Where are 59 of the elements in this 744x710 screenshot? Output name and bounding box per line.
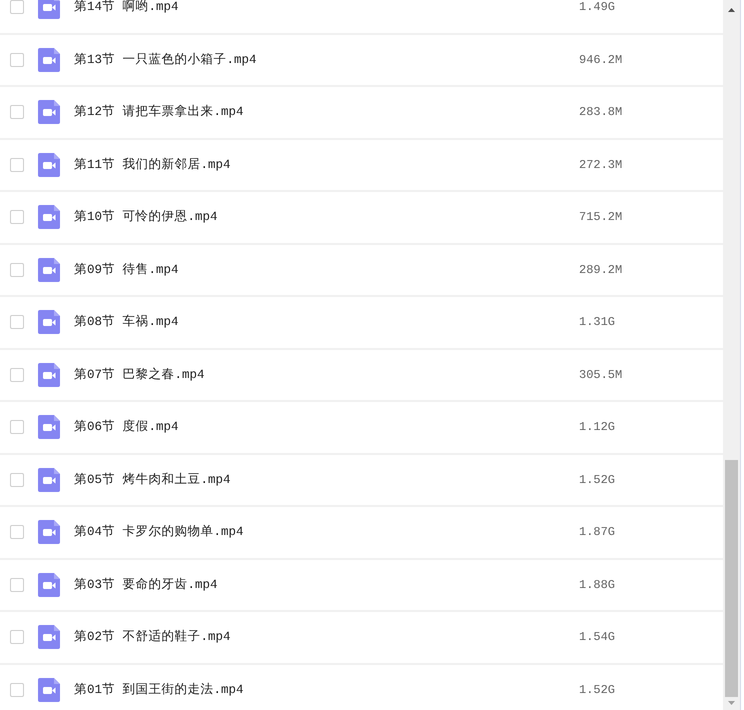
file-name: 第11节 我们的新邻居.mp4 [74, 158, 232, 172]
file-size: 1.52G [579, 682, 616, 697]
file-name: 第10节 可怜的伊恩.mp4 [74, 210, 219, 224]
file-name: 第05节 烤牛肉和土豆.mp4 [74, 472, 232, 487]
checkbox[interactable] [10, 52, 24, 67]
file-name: 第09节 待售.mp4 [74, 262, 180, 277]
scroll-up-arrow-icon[interactable] [728, 8, 735, 12]
file-size: 1.87G [579, 525, 616, 540]
checkbox[interactable] [10, 682, 24, 697]
file-size: 272.3M [579, 158, 622, 172]
video-file-icon [38, 678, 60, 702]
checkbox[interactable] [10, 630, 24, 644]
file-size: 715.2M [579, 210, 622, 224]
file-size: 1.52G [579, 472, 616, 487]
checkbox[interactable] [10, 472, 24, 487]
file-name: 第04节 卡罗尔的购物单.mp4 [74, 525, 245, 540]
checkbox[interactable] [10, 158, 24, 172]
video-file-icon [38, 362, 60, 387]
video-file-icon [38, 415, 60, 440]
checkbox[interactable] [10, 420, 24, 434]
checkbox[interactable] [10, 105, 24, 120]
file-name: 第12节 请把车票拿出来.mp4 [74, 105, 245, 120]
video-file-icon [38, 152, 60, 177]
video-file-icon [38, 520, 60, 544]
video-file-icon [38, 205, 60, 230]
file-name: 第06节 度假.mp4 [74, 420, 180, 434]
file-size: 283.8M [579, 105, 622, 120]
file-name: 第14节 啊哟.mp4 [74, 0, 180, 14]
file-size: 1.49G [579, 0, 616, 14]
file-size: 1.54G [579, 630, 616, 644]
checkbox[interactable] [10, 368, 24, 382]
checkbox[interactable] [10, 525, 24, 540]
file-name: 第01节 到国王街的走法.mp4 [74, 682, 245, 697]
video-file-icon [38, 572, 60, 597]
checkbox[interactable] [10, 0, 24, 14]
scrollbar[interactable] [723, 0, 740, 710]
checkbox[interactable] [10, 210, 24, 224]
scrollbar-thumb[interactable] [725, 460, 738, 697]
file-name: 第08节 车祸.mp4 [74, 315, 180, 330]
video-file-icon [38, 625, 60, 650]
video-file-icon [38, 468, 60, 492]
file-name: 第02节 不舒适的鞋子.mp4 [74, 630, 232, 644]
video-file-icon [38, 48, 60, 72]
file-size: 1.31G [579, 315, 616, 330]
file-size: 1.12G [579, 420, 616, 434]
checkbox[interactable] [10, 578, 24, 592]
checkbox[interactable] [10, 262, 24, 277]
file-size: 1.88G [579, 578, 616, 592]
file-size: 946.2M [579, 52, 622, 67]
video-file-icon [38, 100, 60, 124]
scroll-down-arrow-icon[interactable] [728, 701, 735, 705]
file-name: 第13节 一只蓝色的小箱子.mp4 [74, 52, 258, 67]
file-name: 第03节 要命的牙齿.mp4 [74, 578, 219, 592]
checkbox[interactable] [10, 315, 24, 330]
file-size: 305.5M [579, 368, 622, 382]
file-name: 第07节 巴黎之春.mp4 [74, 368, 206, 382]
video-file-icon [38, 258, 60, 282]
file-size: 289.2M [579, 262, 622, 277]
video-file-icon [38, 310, 60, 334]
